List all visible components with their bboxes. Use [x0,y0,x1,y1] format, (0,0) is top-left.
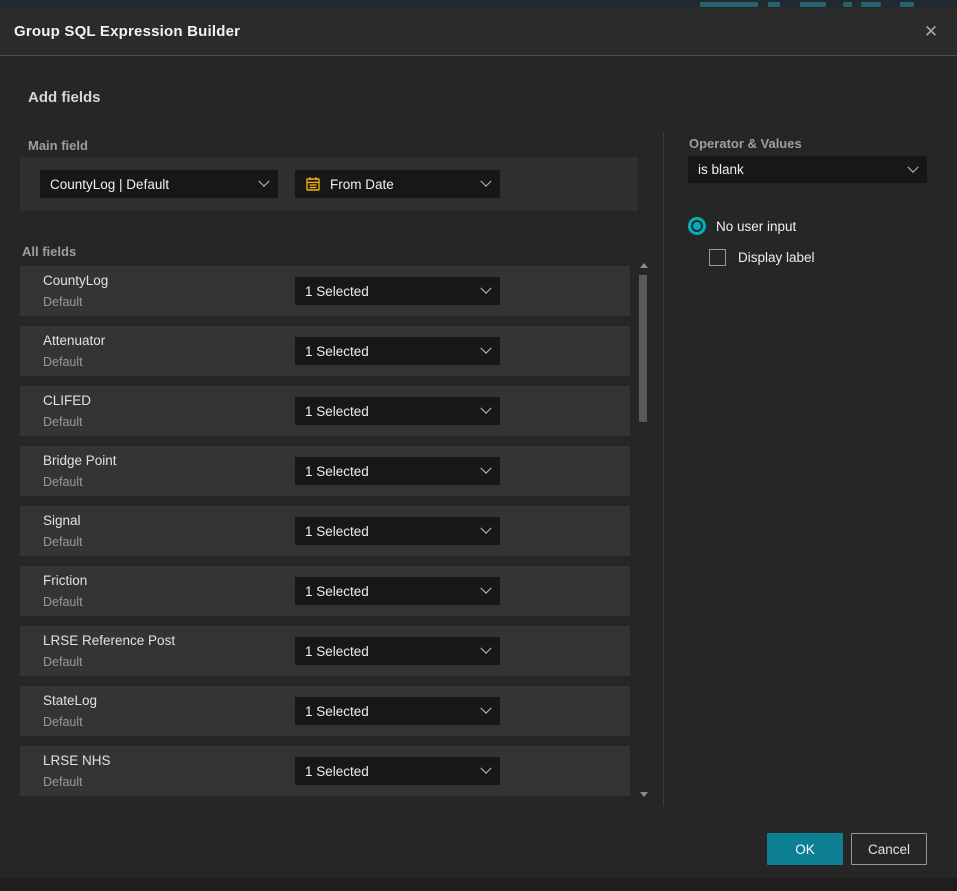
field-row-signal[interactable]: Signal Default 1 Selected [20,506,630,556]
field-row-countylog[interactable]: CountyLog Default 1 Selected [20,266,630,316]
chevron-down-icon [480,583,491,594]
chevron-down-icon [480,463,491,474]
field-name: Attenuator [43,333,105,348]
field-selection-value: 1 Selected [305,644,474,659]
display-label-label: Display label [738,250,815,265]
chevron-down-icon [480,403,491,414]
field-selection-dropdown[interactable]: 1 Selected [295,577,500,605]
field-subtitle: Default [43,415,83,429]
field-name: Bridge Point [43,453,117,468]
field-selection-value: 1 Selected [305,584,474,599]
ok-button[interactable]: OK [767,833,843,865]
main-field-select[interactable]: From Date [295,170,500,198]
field-name: StateLog [43,693,97,708]
add-fields-heading: Add fields [28,89,101,106]
chevron-down-icon [480,343,491,354]
panel-divider [663,132,664,806]
scrollbar-up-arrow-icon[interactable] [640,263,648,268]
field-row-lrse-reference-post[interactable]: LRSE Reference Post Default 1 Selected [20,626,630,676]
chevron-down-icon [258,176,269,187]
field-subtitle: Default [43,595,83,609]
background-fragment [843,2,852,7]
operator-select[interactable]: is blank [688,156,927,183]
field-name: Signal [43,513,81,528]
field-name: CountyLog [43,273,108,288]
scrollbar-thumb[interactable] [639,275,647,422]
field-selection-value: 1 Selected [305,524,474,539]
field-subtitle: Default [43,535,83,549]
field-selection-value: 1 Selected [305,284,474,299]
field-subtitle: Default [43,775,83,789]
field-selection-dropdown[interactable]: 1 Selected [295,757,500,785]
dialog-title: Group SQL Expression Builder [14,23,240,40]
background-fragment [800,2,826,7]
field-name: LRSE NHS [43,753,111,768]
main-field-panel: CountyLog | Default From Date [20,157,638,211]
background-fragment [900,2,914,7]
background-fragment [861,2,881,7]
main-field-label: Main field [28,138,88,153]
group-sql-expression-builder-dialog: Group SQL Expression Builder ✕ Add field… [0,8,957,878]
chevron-down-icon [480,176,491,187]
field-selection-value: 1 Selected [305,464,474,479]
background-app-bottom-edge [0,878,957,891]
calendar-icon [305,176,321,192]
background-app-top-edge [0,0,957,8]
field-row-lrse-nhs[interactable]: LRSE NHS Default 1 Selected [20,746,630,796]
field-subtitle: Default [43,475,83,489]
field-selection-dropdown[interactable]: 1 Selected [295,277,500,305]
field-subtitle: Default [43,295,83,309]
no-user-input-label: No user input [716,219,796,234]
operator-select-value: is blank [698,162,901,177]
field-row-bridge-point[interactable]: Bridge Point Default 1 Selected [20,446,630,496]
field-row-clifed[interactable]: CLIFED Default 1 Selected [20,386,630,436]
background-fragment [768,2,780,7]
no-user-input-option[interactable]: No user input [688,217,796,235]
field-subtitle: Default [43,715,83,729]
field-selection-dropdown[interactable]: 1 Selected [295,697,500,725]
display-label-option[interactable]: Display label [709,249,815,266]
field-selection-value: 1 Selected [305,344,474,359]
chevron-down-icon [480,643,491,654]
chevron-down-icon [480,523,491,534]
field-name: Friction [43,573,87,588]
field-selection-value: 1 Selected [305,404,474,419]
scrollbar-down-arrow-icon[interactable] [640,792,648,797]
field-selection-dropdown[interactable]: 1 Selected [295,397,500,425]
dialog-titlebar: Group SQL Expression Builder [0,8,957,56]
field-selection-value: 1 Selected [305,764,474,779]
main-layer-select[interactable]: CountyLog | Default [40,170,278,198]
field-selection-dropdown[interactable]: 1 Selected [295,517,500,545]
chevron-down-icon [480,703,491,714]
field-selection-dropdown[interactable]: 1 Selected [295,337,500,365]
all-fields-label: All fields [22,244,76,259]
field-row-attenuator[interactable]: Attenuator Default 1 Selected [20,326,630,376]
background-fragment [700,2,758,7]
operator-values-heading: Operator & Values [689,136,802,151]
checkbox-unchecked-icon[interactable] [709,249,726,266]
cancel-button[interactable]: Cancel [851,833,927,865]
field-selection-dropdown[interactable]: 1 Selected [295,457,500,485]
field-row-friction[interactable]: Friction Default 1 Selected [20,566,630,616]
main-layer-select-value: CountyLog | Default [50,177,252,192]
field-subtitle: Default [43,355,83,369]
chevron-down-icon [480,283,491,294]
close-icon[interactable]: ✕ [917,18,945,46]
main-field-select-value: From Date [330,177,474,192]
chevron-down-icon [480,763,491,774]
chevron-down-icon [907,161,918,172]
field-name: LRSE Reference Post [43,633,175,648]
field-selection-value: 1 Selected [305,704,474,719]
field-selection-dropdown[interactable]: 1 Selected [295,637,500,665]
page: Group SQL Expression Builder ✕ Add field… [0,0,957,891]
field-row-statelog[interactable]: StateLog Default 1 Selected [20,686,630,736]
radio-selected-icon[interactable] [688,217,706,235]
field-name: CLIFED [43,393,91,408]
field-subtitle: Default [43,655,83,669]
